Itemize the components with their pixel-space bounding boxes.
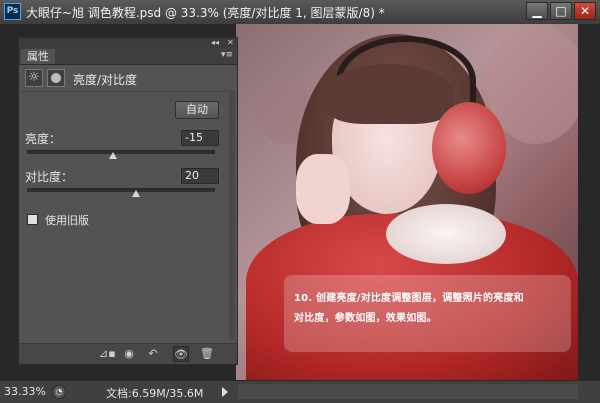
delete-icon[interactable]: 🗑 [199,346,215,362]
brightness-slider[interactable] [27,150,215,154]
brightness-contrast-icon[interactable]: ☼ [25,69,43,87]
clip-icon[interactable]: ⊿▪ [99,346,116,362]
layer-mask-icon[interactable] [47,69,65,87]
contrast-input[interactable]: 20 [181,168,219,184]
tutorial-caption: 10. 创建亮度/对比度调整图层，调整照片的亮度和 对比度，参数如图，效果如图。 [284,275,571,352]
contrast-label: 对比度： [25,170,74,184]
proof-icon[interactable]: ◔ [52,385,66,399]
panel-top-bar: ◂◂ ✕ [19,38,237,48]
brightness-input[interactable]: -15 [181,130,219,146]
adjustment-header: ☼ 亮度/对比度 [19,65,237,92]
legacy-label: 使用旧版 [45,214,89,227]
collapse-icon[interactable]: ◂◂ [211,38,219,47]
brightness-slider-thumb[interactable] [109,152,118,159]
status-menu-arrow-icon[interactable] [222,387,228,397]
tab-properties[interactable]: 属性 [21,49,55,64]
horizontal-scrollbar[interactable] [238,384,578,399]
panel-tab-bar: 属性 ▾≡ [19,48,237,65]
close-button[interactable]: ✕ [574,2,596,20]
contrast-slider-thumb[interactable] [132,190,141,197]
zoom-level[interactable]: 33.33% [4,385,46,398]
title-bar: Ps 大眼仔~旭 调色教程.psd @ 33.3% (亮度/对比度 1, 图层蒙… [0,0,600,25]
caption-line-2: 对比度，参数如图，效果如图。 [294,313,437,324]
auto-button[interactable]: 自动 [175,101,219,119]
caption-line-1: 10. 创建亮度/对比度调整图层，调整照片的亮度和 [294,293,524,304]
minimize-button[interactable]: ▁ [526,2,548,20]
panel-scrollbar[interactable] [229,90,235,340]
visibility-icon[interactable]: 👁 [173,346,189,362]
panel-close-icon[interactable]: ✕ [227,38,234,47]
adjustment-title: 亮度/对比度 [73,73,138,87]
panel-menu-icon[interactable]: ▾≡ [221,50,233,60]
view-previous-icon[interactable]: ◉ [121,346,137,362]
status-bar: 33.33% ◔ 文档:6.59M/35.6M [0,380,600,403]
properties-panel: ◂◂ ✕ 属性 ▾≡ ☼ 亮度/对比度 自动 亮度： -15 对比度： 20 使… [18,37,238,365]
legacy-checkbox[interactable] [27,214,38,225]
minimize-icon: ▁ [532,4,542,18]
maximize-icon: □ [555,4,567,18]
maximize-button[interactable]: □ [550,2,572,20]
close-icon: ✕ [579,4,591,18]
brightness-label: 亮度： [25,132,62,146]
contrast-slider[interactable] [27,188,215,192]
document-title: 大眼仔~旭 调色教程.psd @ 33.3% (亮度/对比度 1, 图层蒙版/8… [26,6,385,20]
reset-icon[interactable]: ↶ [145,346,161,362]
photoshop-app-icon: Ps [4,3,21,20]
panel-footer: ⊿▪ ◉ ↶ 👁 🗑 [19,343,237,364]
document-size: 文档:6.59M/35.6M [106,387,204,400]
